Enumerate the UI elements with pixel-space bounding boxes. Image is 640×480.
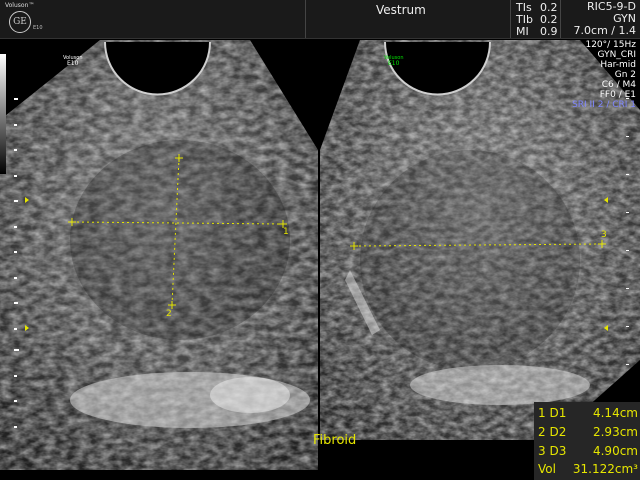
left-panel-label: Voluson E10	[63, 55, 82, 67]
caliper-label-3: 3	[601, 230, 607, 240]
caliper-label-2: 2	[166, 309, 172, 319]
measurement-label: 2 D2	[538, 425, 567, 439]
param-ff: FF0 / E1	[599, 90, 636, 100]
measurement-value: 31.122cm³	[572, 462, 638, 476]
measurement-value: 2.93cm	[592, 425, 638, 439]
caliper-label-1: 1	[283, 227, 289, 237]
header-bar: Voluson™ GE E10 Vestrum TIs 0.2 TIb 0.2 …	[0, 0, 640, 39]
param-harmonic: Har-mid	[600, 60, 636, 70]
acquisition-params: 120°/ 15Hz GYN_CRI Har-mid Gn 2 C6 / M4 …	[572, 40, 636, 110]
model-text: E10	[33, 25, 43, 31]
measurement-value: 4.90cm	[592, 444, 638, 458]
measurement-row: 1 D1 4.14cm	[538, 406, 638, 424]
header-divider	[305, 0, 306, 38]
param-gain: Gn 2	[614, 70, 636, 80]
depth-readout: 7.0cm / 1.4	[573, 24, 636, 37]
right-panel-label: Voluson E10	[384, 55, 403, 67]
param-c-m: C6 / M4	[601, 80, 636, 90]
ge-logo: Voluson™ GE E10	[3, 1, 43, 35]
header-divider	[510, 0, 511, 38]
ge-logo-icon: GE	[9, 11, 31, 33]
measurement-label: 1 D1	[538, 406, 567, 420]
left-sector-image	[0, 40, 318, 470]
patient-name: Vestrum	[376, 3, 426, 17]
param-angle-rate: 120°/ 15Hz	[585, 40, 636, 50]
measurement-label: Vol	[538, 462, 556, 476]
header-divider	[560, 0, 561, 38]
brand-text: Voluson™	[5, 2, 35, 9]
measurement-row: 3 D3 4.90cm	[538, 444, 638, 462]
measurement-row: Vol 31.122cm³	[538, 462, 638, 480]
measurement-label: 3 D3	[538, 444, 567, 458]
grayscale-bar	[0, 54, 6, 174]
param-sri: SRI II 2 / CRI 1	[572, 100, 636, 110]
param-preset: GYN_CRI	[597, 50, 636, 60]
image-caption: Fibroid	[313, 433, 357, 448]
mi-value: 0.9	[540, 25, 558, 38]
measurement-results: 1 D1 4.14cm 2 D2 2.93cm 3 D3 4.90cm Vol …	[534, 402, 640, 480]
measurement-value: 4.14cm	[592, 406, 638, 420]
left-panel-model: E10	[67, 60, 79, 67]
right-panel-model: E10	[388, 60, 400, 67]
mi-label: MI	[516, 25, 529, 38]
measurement-row: 2 D2 2.93cm	[538, 425, 638, 443]
